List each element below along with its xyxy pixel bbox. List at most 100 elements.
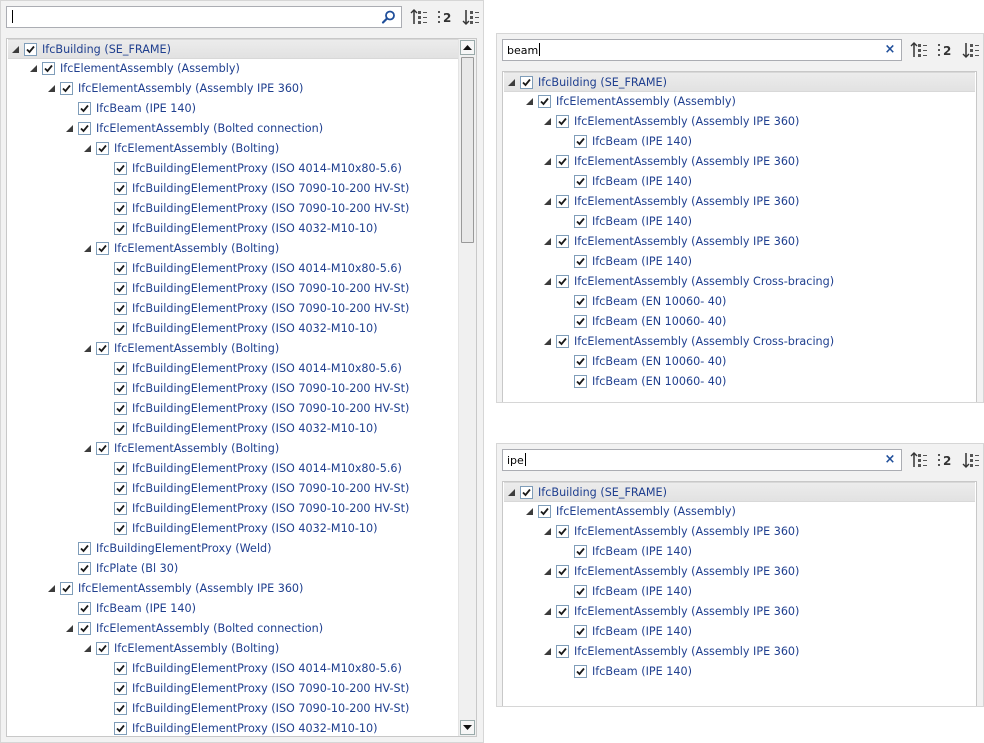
node-checkbox[interactable] bbox=[114, 182, 127, 195]
tree-node[interactable]: IfcElementAssembly (Assembly Cross-braci… bbox=[504, 332, 975, 352]
tree-view[interactable]: IfcBuilding (SE_FRAME) IfcElementAssembly… bbox=[6, 38, 477, 737]
node-checkbox[interactable] bbox=[114, 482, 127, 495]
tree-node[interactable]: IfcElementAssembly (Assembly IPE 360) bbox=[8, 79, 458, 99]
tree-node[interactable]: IfcElementAssembly (Bolted connection) bbox=[8, 619, 458, 639]
expand-collapse-icon[interactable] bbox=[544, 648, 551, 655]
node-checkbox[interactable] bbox=[78, 562, 91, 575]
node-checkbox[interactable] bbox=[556, 155, 569, 168]
tree-node[interactable]: IfcBeam (IPE 140) bbox=[504, 212, 975, 232]
expand-collapse-icon[interactable] bbox=[544, 278, 551, 285]
scroll-down-button[interactable] bbox=[460, 720, 475, 735]
tree-node[interactable]: IfcElementAssembly (Assembly) bbox=[8, 59, 458, 79]
tree-node[interactable]: IfcElementAssembly (Bolting) bbox=[8, 239, 458, 259]
tree-node[interactable]: IfcBuildingElementProxy (ISO 7090-10-200… bbox=[8, 279, 458, 299]
node-checkbox[interactable] bbox=[78, 602, 91, 615]
node-checkbox[interactable] bbox=[114, 522, 127, 535]
tree-node[interactable]: IfcElementAssembly (Assembly IPE 360) bbox=[504, 562, 975, 582]
sort-descending-button[interactable] bbox=[460, 6, 482, 28]
clear-search-icon[interactable]: × bbox=[884, 43, 896, 57]
sort-numeric-button[interactable]: 2 bbox=[934, 39, 956, 61]
expand-collapse-icon[interactable] bbox=[544, 608, 551, 615]
node-checkbox[interactable] bbox=[114, 262, 127, 275]
expand-collapse-icon[interactable] bbox=[66, 625, 73, 632]
expand-collapse-icon[interactable] bbox=[544, 528, 551, 535]
node-checkbox[interactable] bbox=[574, 315, 587, 328]
node-checkbox[interactable] bbox=[574, 215, 587, 228]
tree-node[interactable]: IfcBuildingElementProxy (ISO 7090-10-200… bbox=[8, 699, 458, 719]
expand-collapse-icon[interactable] bbox=[66, 125, 73, 132]
tree-node[interactable]: IfcBuildingElementProxy (ISO 4014-M10x80… bbox=[8, 459, 458, 479]
node-checkbox[interactable] bbox=[114, 282, 127, 295]
search-icon[interactable] bbox=[381, 9, 397, 25]
tree-node[interactable]: IfcElementAssembly (Assembly IPE 360) bbox=[504, 152, 975, 172]
expand-collapse-icon[interactable] bbox=[12, 46, 19, 53]
tree-node[interactable]: IfcBuildingElementProxy (ISO 7090-10-200… bbox=[8, 179, 458, 199]
tree-node[interactable]: IfcElementAssembly (Assembly IPE 360) bbox=[504, 112, 975, 132]
tree-node[interactable]: IfcElementAssembly (Assembly IPE 360) bbox=[504, 192, 975, 212]
tree-node[interactable]: IfcBeam (IPE 140) bbox=[504, 132, 975, 152]
node-checkbox[interactable] bbox=[520, 76, 533, 89]
node-checkbox[interactable] bbox=[574, 255, 587, 268]
tree-node[interactable]: IfcBeam (IPE 140) bbox=[8, 599, 458, 619]
tree-node[interactable]: IfcElementAssembly (Bolted connection) bbox=[8, 119, 458, 139]
node-checkbox[interactable] bbox=[574, 375, 587, 388]
node-checkbox[interactable] bbox=[78, 542, 91, 555]
tree-node[interactable]: IfcBuildingElementProxy (ISO 7090-10-200… bbox=[8, 299, 458, 319]
tree-node[interactable]: IfcBuildingElementProxy (ISO 4014-M10x80… bbox=[8, 159, 458, 179]
node-checkbox[interactable] bbox=[114, 162, 127, 175]
node-checkbox[interactable] bbox=[114, 462, 127, 475]
node-checkbox[interactable] bbox=[114, 222, 127, 235]
expand-collapse-icon[interactable] bbox=[544, 198, 551, 205]
node-checkbox[interactable] bbox=[574, 585, 587, 598]
sort-ascending-button[interactable] bbox=[908, 449, 930, 471]
tree-node[interactable]: IfcElementAssembly (Assembly IPE 360) bbox=[8, 579, 458, 599]
tree-node[interactable]: IfcBuildingElementProxy (ISO 4032-M10-10… bbox=[8, 519, 458, 539]
node-checkbox[interactable] bbox=[96, 642, 109, 655]
node-checkbox[interactable] bbox=[42, 62, 55, 75]
node-checkbox[interactable] bbox=[96, 442, 109, 455]
expand-collapse-icon[interactable] bbox=[84, 245, 91, 252]
node-checkbox[interactable] bbox=[556, 525, 569, 538]
node-checkbox[interactable] bbox=[78, 102, 91, 115]
tree-node[interactable]: IfcBuildingElementProxy (ISO 4032-M10-10… bbox=[8, 219, 458, 239]
sort-ascending-button[interactable] bbox=[408, 6, 430, 28]
tree-node[interactable]: IfcBeam (IPE 140) bbox=[8, 99, 458, 119]
expand-collapse-icon[interactable] bbox=[84, 645, 91, 652]
node-checkbox[interactable] bbox=[114, 502, 127, 515]
vertical-scrollbar[interactable] bbox=[458, 39, 476, 736]
tree-node[interactable]: IfcElementAssembly (Assembly IPE 360) bbox=[504, 642, 975, 662]
tree-view[interactable]: IfcBuilding (SE_FRAME) IfcElementAssembly… bbox=[502, 481, 977, 706]
tree-node[interactable]: IfcBuildingElementProxy (ISO 4014-M10x80… bbox=[8, 359, 458, 379]
tree-node[interactable]: IfcBeam (IPE 140) bbox=[504, 172, 975, 192]
node-checkbox[interactable] bbox=[114, 682, 127, 695]
tree-node[interactable]: IfcBuildingElementProxy (ISO 7090-10-200… bbox=[8, 199, 458, 219]
tree-node[interactable]: IfcElementAssembly (Bolting) bbox=[8, 139, 458, 159]
tree-node[interactable]: IfcBeam (EN 10060- 40) bbox=[504, 292, 975, 312]
tree-node[interactable]: IfcElementAssembly (Bolting) bbox=[8, 339, 458, 359]
tree-node[interactable]: IfcPlate (Bl 30) bbox=[8, 559, 458, 579]
sort-descending-button[interactable] bbox=[960, 39, 982, 61]
expand-collapse-icon[interactable] bbox=[48, 85, 55, 92]
tree-root-node[interactable]: IfcBuilding (SE_FRAME) bbox=[8, 39, 458, 59]
tree-node[interactable]: IfcBuildingElementProxy (ISO 4014-M10x80… bbox=[8, 259, 458, 279]
node-checkbox[interactable] bbox=[114, 702, 127, 715]
expand-collapse-icon[interactable] bbox=[544, 238, 551, 245]
sort-ascending-button[interactable] bbox=[908, 39, 930, 61]
expand-collapse-icon[interactable] bbox=[84, 145, 91, 152]
scroll-thumb[interactable] bbox=[461, 57, 474, 243]
node-checkbox[interactable] bbox=[556, 195, 569, 208]
sort-numeric-button[interactable]: 2 bbox=[934, 449, 956, 471]
expand-collapse-icon[interactable] bbox=[526, 508, 533, 515]
node-checkbox[interactable] bbox=[538, 95, 551, 108]
tree-root-node[interactable]: IfcBuilding (SE_FRAME) bbox=[504, 72, 975, 92]
node-checkbox[interactable] bbox=[574, 545, 587, 558]
expand-collapse-icon[interactable] bbox=[30, 65, 37, 72]
expand-collapse-icon[interactable] bbox=[544, 568, 551, 575]
tree-node[interactable]: IfcBeam (EN 10060- 40) bbox=[504, 352, 975, 372]
node-checkbox[interactable] bbox=[574, 665, 587, 678]
tree-node[interactable]: IfcBuildingElementProxy (ISO 7090-10-200… bbox=[8, 679, 458, 699]
tree-node[interactable]: IfcBeam (EN 10060- 40) bbox=[504, 312, 975, 332]
node-checkbox[interactable] bbox=[114, 662, 127, 675]
scroll-up-button[interactable] bbox=[460, 40, 475, 55]
node-checkbox[interactable] bbox=[520, 486, 533, 499]
